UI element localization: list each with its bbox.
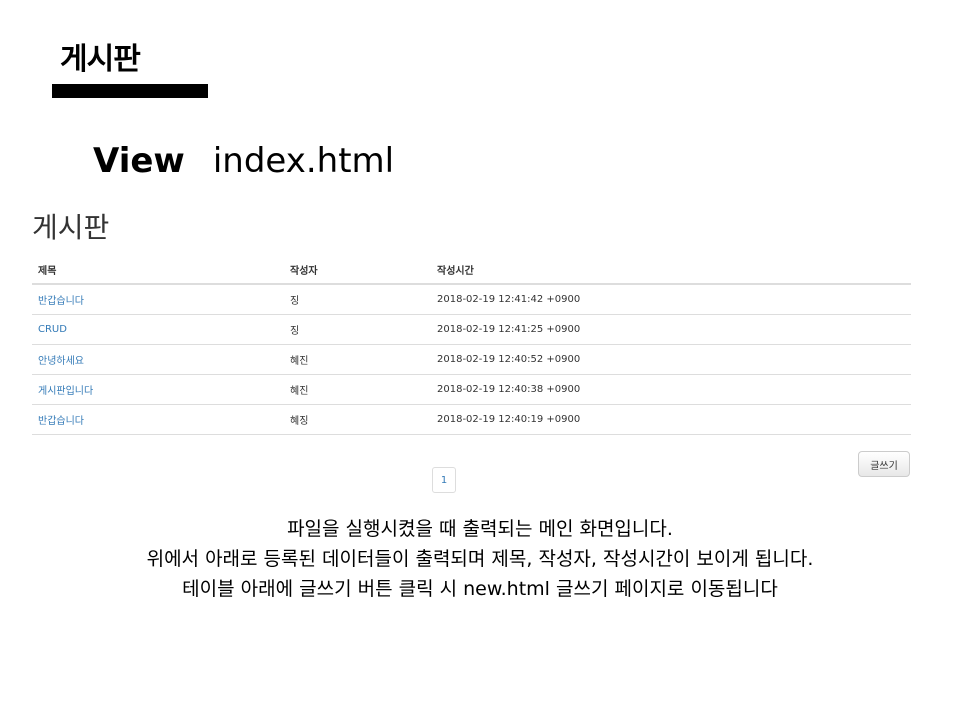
table-header-row: 제목 작성자 작성시간: [32, 255, 911, 285]
post-author: 징: [284, 284, 431, 315]
post-author: 혜진: [284, 344, 431, 375]
post-time: 2018-02-19 12:41:42 +0900: [431, 284, 911, 315]
column-header-time: 작성시간: [431, 255, 911, 285]
title-underline-bar: [52, 84, 208, 98]
post-title-link[interactable]: 게시판입니다: [32, 374, 284, 405]
slide-subtitle: View index.html: [93, 138, 394, 184]
table-row: 반갑습니다 징 2018-02-19 12:41:42 +0900: [32, 284, 911, 315]
post-author: 혜진: [284, 374, 431, 405]
subtitle-view-label: View: [93, 141, 185, 181]
column-header-author: 작성자: [284, 255, 431, 285]
board-heading: 게시판: [32, 211, 110, 244]
column-header-title: 제목: [32, 255, 284, 285]
table-row: 반갑습니다 혜징 2018-02-19 12:40:19 +0900: [32, 404, 911, 435]
post-time: 2018-02-19 12:40:19 +0900: [431, 404, 911, 435]
subtitle-file-label: index.html: [212, 141, 395, 181]
table-row: CRUD 징 2018-02-19 12:41:25 +0900: [32, 314, 911, 345]
description-line-3: 테이블 아래에 글쓰기 버튼 클릭 시 new.html 글쓰기 페이지로 이동…: [182, 578, 778, 600]
table-row: 게시판입니다 혜진 2018-02-19 12:40:38 +0900: [32, 374, 911, 405]
post-time: 2018-02-19 12:41:25 +0900: [431, 314, 911, 345]
post-author: 혜징: [284, 404, 431, 435]
description-line-1: 파일을 실행시켰을 때 출력되는 메인 화면입니다.: [287, 518, 673, 540]
slide-title: 게시판: [60, 42, 141, 77]
post-title-link[interactable]: CRUD: [32, 314, 284, 345]
pagination-page-1[interactable]: 1: [432, 467, 456, 493]
post-author: 징: [284, 314, 431, 345]
write-post-button[interactable]: 글쓰기: [858, 451, 910, 477]
post-time: 2018-02-19 12:40:38 +0900: [431, 374, 911, 405]
post-title-link[interactable]: 안녕하세요: [32, 344, 284, 375]
board-table: 제목 작성자 작성시간 반갑습니다 징 2018-02-19 12:41:42 …: [32, 255, 911, 435]
post-title-link[interactable]: 반갑습니다: [32, 404, 284, 435]
slide-description: 파일을 실행시켰을 때 출력되는 메인 화면입니다. 위에서 아래로 등록된 데…: [0, 514, 960, 604]
table-row: 안녕하세요 혜진 2018-02-19 12:40:52 +0900: [32, 344, 911, 375]
post-title-link[interactable]: 반갑습니다: [32, 284, 284, 315]
board-screenshot: 게시판 제목 작성자 작성시간 반갑습니다 징 2018-02-19 12:41…: [28, 205, 918, 505]
post-time: 2018-02-19 12:40:52 +0900: [431, 344, 911, 375]
description-line-2: 위에서 아래로 등록된 데이터들이 출력되며 제목, 작성자, 작성시간이 보이…: [146, 548, 814, 570]
